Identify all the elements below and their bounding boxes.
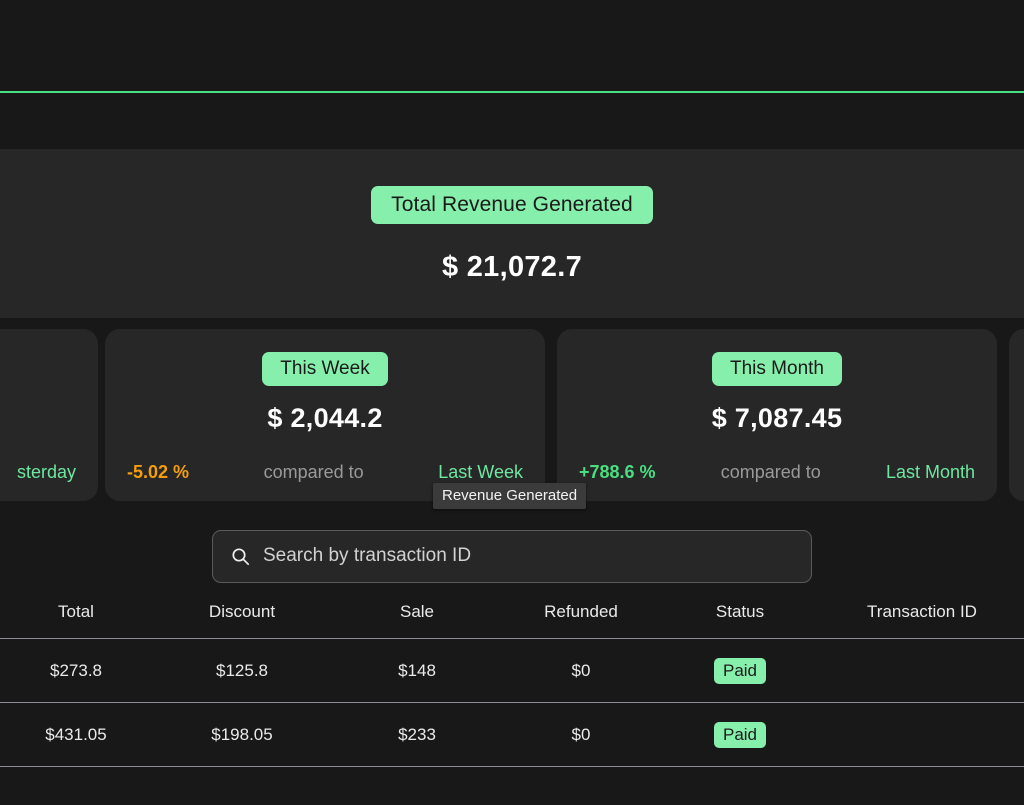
search-icon [232,547,250,565]
stat-card-this-week[interactable]: This Week $ 2,044.2 -5.02 % compared to … [105,329,545,501]
top-spacer [0,0,1024,91]
status-badge: Paid [713,721,767,748]
table-row[interactable]: $431.05 $198.05 $233 $0 Paid [0,702,1024,767]
transactions-table-zone: Total Discount Sale Refunded Status Tran… [0,588,1024,767]
stat-card-this-month-delta: +788.6 % [579,462,656,482]
stat-card-this-week-compare-text: compared to [263,462,364,482]
stat-card-this-month-compare-period: Last Month [885,462,975,482]
total-revenue-panel: Total Revenue Generated $ 21,072.7 [0,149,1024,318]
stat-card-this-week-amount: $ 2,044.2 [267,403,383,433]
stat-card-this-month-compare-text: compared to [720,462,821,482]
header-spacer [0,93,1024,149]
column-header-transaction-id[interactable]: Transaction ID [820,588,1024,639]
total-revenue-label: Total Revenue Generated [371,186,653,224]
transactions-table: Total Discount Sale Refunded Status Tran… [0,588,1024,767]
column-header-refunded[interactable]: Refunded [502,588,660,639]
cell-status: Paid [660,638,820,703]
column-header-status[interactable]: Status [660,588,820,639]
cell-status: Paid [660,702,820,767]
stat-card-this-month-amount: $ 7,087.45 [711,403,843,433]
column-header-total[interactable]: Total [0,588,152,639]
search-input[interactable] [263,545,793,567]
cell-discount: $125.8 [152,638,332,703]
stat-card-next-partial[interactable] [1009,329,1024,501]
total-revenue-amount: $ 21,072.7 [441,251,583,283]
column-header-sale[interactable]: Sale [332,588,502,639]
cell-total: $273.8 [0,638,152,703]
search-box[interactable] [212,529,812,583]
table-row[interactable]: $273.8 $125.8 $148 $0 Paid [0,638,1024,703]
stat-card-this-week-title: This Week [262,352,388,386]
cell-transaction-id [820,638,1024,703]
cell-refunded: $0 [502,638,660,703]
cell-transaction-id [820,702,1024,767]
stat-card-this-month-title: This Month [712,352,842,386]
cell-sale: $233 [332,702,502,767]
cell-refunded: $0 [502,702,660,767]
stat-card-this-month[interactable]: This Month $ 7,087.45 +788.6 % compared … [557,329,997,501]
stat-card-yesterday-period: sterday [16,462,76,482]
status-badge: Paid [713,657,767,684]
stat-card-yesterday[interactable]: sterday [0,329,98,501]
stat-card-this-week-compare-period: Last Week [438,462,523,482]
column-header-discount[interactable]: Discount [152,588,332,639]
table-header-row: Total Discount Sale Refunded Status Tran… [0,588,1024,639]
tooltip: Revenue Generated [433,483,587,509]
cell-total: $431.05 [0,702,152,767]
search-zone [0,516,1024,588]
cell-sale: $148 [332,638,502,703]
cell-discount: $198.05 [152,702,332,767]
stat-card-this-week-delta: -5.02 % [127,462,190,482]
